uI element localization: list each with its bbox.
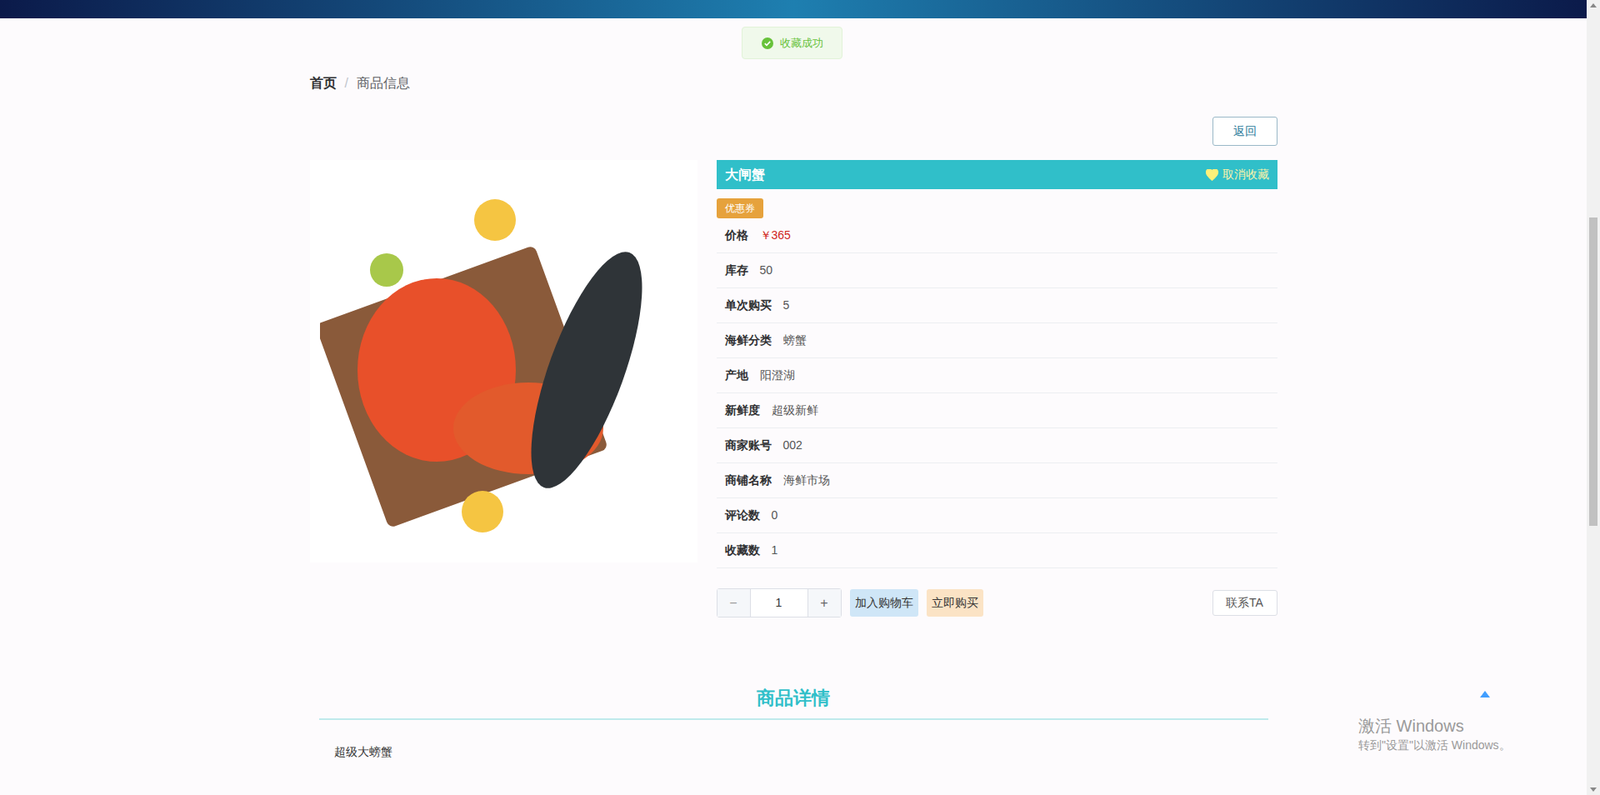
quantity-stepper: −+ bbox=[716, 588, 842, 618]
breadcrumb-item[interactable]: 首页 bbox=[310, 75, 337, 92]
toast: 收藏成功 bbox=[741, 26, 843, 60]
attribute-value: 002 bbox=[783, 436, 803, 455]
scrollbar[interactable] bbox=[1586, 0, 1600, 795]
top-banner bbox=[0, 0, 1587, 19]
product-image bbox=[310, 160, 698, 563]
attribute-row: 库存 50 bbox=[716, 253, 1278, 289]
details-divider bbox=[319, 718, 1269, 720]
attribute-row: 产地阳澄湖 bbox=[716, 358, 1278, 394]
heart-icon bbox=[1205, 169, 1219, 181]
attribute-label: 评论数 bbox=[725, 506, 760, 525]
breadcrumb-item: 商品信息 bbox=[356, 75, 410, 92]
watermark-subtitle: 转到"设置"以激活 Windows。 bbox=[1358, 736, 1511, 754]
product-section: 大闸蟹取消收藏优惠券价格￥365库存50单次购买5海鲜分类螃蟹产地阳澄湖新鲜度超… bbox=[310, 160, 1278, 618]
purchase-row: −+加入购物车立即购买联系TA bbox=[716, 588, 1278, 618]
attribute-value: 1 bbox=[771, 541, 779, 560]
page: 首页 / 商品信息返回大闸蟹 取消收藏优惠券价格 ￥365 库存 50 单次购买 5 海鲜分类螃蟹… bbox=[0, 0, 1600, 795]
attribute-value: 超级新鲜 bbox=[771, 401, 819, 420]
back-button[interactable]: 返回 bbox=[1212, 116, 1278, 146]
breadcrumb: 首页 / 商品信息 bbox=[310, 75, 1278, 92]
product-header: 大闸蟹 取消收藏 bbox=[716, 160, 1278, 190]
details-title: 商品详情 bbox=[756, 685, 830, 711]
add-to-cart-button[interactable]: 加入购物车 bbox=[850, 589, 919, 617]
main: 首页 / 商品信息返回大闸蟹 取消收藏优惠券价格 ￥365 库存 50 单次购买 5 海鲜分类螃蟹… bbox=[0, 0, 1587, 795]
attribute-row: 海鲜分类螃蟹 bbox=[716, 323, 1278, 359]
contact-button[interactable]: 联系TA bbox=[1212, 590, 1278, 616]
plus-button[interactable]: + bbox=[807, 589, 841, 617]
minus-button[interactable]: − bbox=[717, 589, 751, 617]
attribute-value: ￥365 bbox=[760, 226, 791, 245]
watermark-title: 激活 Windows bbox=[1358, 715, 1511, 737]
attribute-value: 0 bbox=[771, 506, 779, 525]
details-body: 超级大螃蟹 bbox=[334, 745, 393, 759]
check-circle-icon bbox=[761, 37, 774, 50]
windows-watermark: 激活 Windows转到"设置"以激活 Windows。 bbox=[1358, 715, 1511, 754]
attribute-value: 阳澄湖 bbox=[760, 366, 795, 385]
attribute-row: 价格 ￥365 bbox=[716, 218, 1278, 254]
quantity-input[interactable] bbox=[750, 589, 808, 617]
attribute-row: 商铺名称海鲜市场 bbox=[716, 463, 1278, 499]
details-section: 商品详情超级大螃蟹 bbox=[310, 685, 1278, 762]
attribute-row: 商家账号 002 bbox=[716, 428, 1278, 464]
attribute-value: 海鲜市场 bbox=[783, 471, 830, 490]
attribute-label: 商家账号 bbox=[725, 436, 772, 455]
product-info: 大闸蟹取消收藏优惠券价格￥365库存50单次购买5海鲜分类螃蟹产地阳澄湖新鲜度超… bbox=[716, 160, 1278, 618]
attribute-list: 价格￥365库存50单次购买5海鲜分类螃蟹产地阳澄湖新鲜度超级新鲜商家账号002… bbox=[716, 218, 1278, 569]
attribute-label: 产地 bbox=[725, 366, 749, 385]
attribute-row: 单次购买 5 bbox=[716, 288, 1278, 324]
product-name: 大闸蟹 bbox=[725, 165, 765, 185]
content: 首页 / 商品信息返回大闸蟹 取消收藏优惠券价格 ￥365 库存 50 单次购买 5 海鲜分类螃蟹… bbox=[310, 18, 1278, 762]
attribute-value: 5 bbox=[783, 296, 790, 315]
attribute-label: 新鲜度 bbox=[725, 401, 760, 420]
scroll-down-icon[interactable] bbox=[1590, 787, 1597, 792]
attribute-label: 库存 bbox=[725, 261, 749, 280]
attribute-label: 收藏数 bbox=[725, 541, 760, 560]
attribute-label: 海鲜分类 bbox=[725, 331, 772, 350]
attribute-row: 评论数 0 bbox=[716, 498, 1278, 534]
coupon-tag: 优惠券 bbox=[716, 198, 764, 219]
favorite-button[interactable]: 取消收藏 bbox=[1205, 165, 1270, 184]
seafood-image-icon bbox=[320, 178, 687, 545]
attribute-row: 新鲜度超级新鲜 bbox=[716, 393, 1278, 429]
attribute-value: 螃蟹 bbox=[783, 331, 807, 350]
scroll-up-icon[interactable] bbox=[1590, 3, 1597, 8]
scrollbar-thumb[interactable] bbox=[1589, 217, 1598, 526]
attribute-row: 收藏数 1 bbox=[716, 533, 1278, 569]
attribute-label: 商铺名称 bbox=[725, 471, 772, 490]
attribute-value: 50 bbox=[760, 261, 774, 280]
attribute-label: 价格 bbox=[725, 226, 749, 245]
buy-now-button[interactable]: 立即购买 bbox=[926, 589, 984, 617]
breadcrumb-separator: / bbox=[345, 75, 349, 92]
attribute-label: 单次购买 bbox=[725, 296, 772, 315]
back-to-top-icon[interactable] bbox=[1480, 690, 1490, 698]
